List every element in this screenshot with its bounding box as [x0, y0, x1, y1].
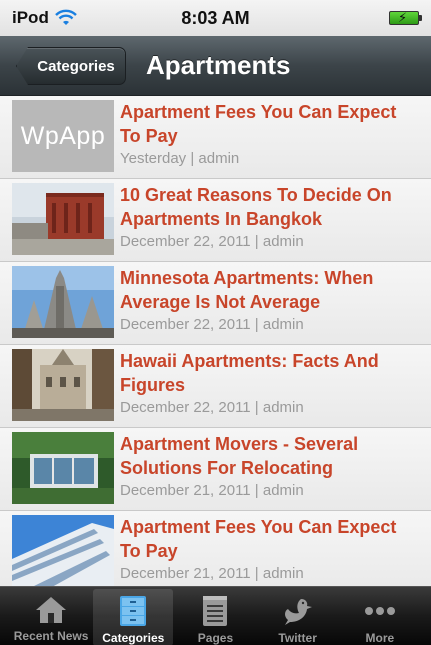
tab-more[interactable]: More	[340, 589, 420, 645]
tab-label: Twitter	[278, 631, 317, 645]
tab-bar: Recent News Categories Pages Twitter Mor…	[0, 586, 431, 645]
article-thumbnail	[12, 266, 114, 338]
house-icon	[36, 597, 67, 623]
article-title: Hawaii Apartments: Facts And Figures	[120, 351, 379, 395]
wifi-icon	[54, 9, 77, 25]
article-title: Apartment Movers - Several Solutions For…	[120, 434, 359, 478]
article-meta: December 22, 2011 | admin	[120, 399, 304, 416]
article-meta: December 21, 2011 | admin	[120, 482, 304, 499]
article-title: Apartment Fees You Can Expect To Pay	[120, 102, 397, 146]
article-list: WpApp Apartment Fees You Can Expect To P…	[0, 96, 431, 586]
tab-twitter[interactable]: Twitter	[258, 589, 338, 645]
tab-categories[interactable]: Categories	[93, 589, 174, 645]
article-meta: Yesterday | admin	[120, 150, 240, 167]
navigation-bar: Categories Apartments	[0, 36, 431, 96]
article-meta: December 22, 2011 | admin	[120, 316, 304, 333]
article-thumbnail	[12, 515, 114, 586]
tab-label: Categories	[102, 631, 165, 645]
placeholder-thumbnail: WpApp	[12, 100, 114, 172]
charging-bolt-icon: ⚡	[398, 10, 408, 25]
status-time: 8:03 AM	[181, 7, 250, 28]
list-item[interactable]: WpApp Apartment Fees You Can Expect To P…	[0, 96, 431, 179]
status-bar: iPod 8:03 AM ⚡	[0, 0, 431, 36]
list-item[interactable]: 10 Great Reasons To Decide On Apartments…	[0, 179, 431, 262]
article-title: 10 Great Reasons To Decide On Apartments…	[120, 185, 392, 229]
battery-icon: ⚡	[389, 10, 422, 25]
tab-label: More	[365, 631, 395, 645]
more-icon	[364, 607, 395, 615]
article-thumbnail	[12, 432, 114, 504]
carrier-label: iPod	[12, 8, 49, 27]
list-item[interactable]: Apartment Fees You Can Expect To Pay Dec…	[0, 511, 431, 586]
notepad-icon	[203, 596, 228, 626]
article-meta: December 22, 2011 | admin	[120, 233, 304, 250]
article-meta: December 21, 2011 | admin	[120, 565, 304, 582]
list-item[interactable]: Minnesota Apartments: When Average Is No…	[0, 262, 431, 345]
page-title: Apartments	[146, 50, 291, 80]
tab-label: Pages	[197, 631, 234, 645]
list-item[interactable]: Hawaii Apartments: Facts And Figures Dec…	[0, 345, 431, 428]
article-thumbnail	[12, 349, 114, 421]
tab-label: Recent News	[13, 629, 89, 643]
bird-icon	[284, 599, 312, 625]
article-thumbnail	[12, 183, 114, 255]
cabinet-icon	[120, 596, 147, 626]
article-title: Apartment Fees You Can Expect To Pay	[120, 517, 397, 561]
tab-recent-news[interactable]: Recent News	[11, 589, 91, 645]
list-item[interactable]: Apartment Movers - Several Solutions For…	[0, 428, 431, 511]
back-button[interactable]: Categories	[16, 47, 126, 85]
tab-pages[interactable]: Pages	[175, 589, 255, 645]
article-title: Minnesota Apartments: When Average Is No…	[120, 268, 374, 312]
